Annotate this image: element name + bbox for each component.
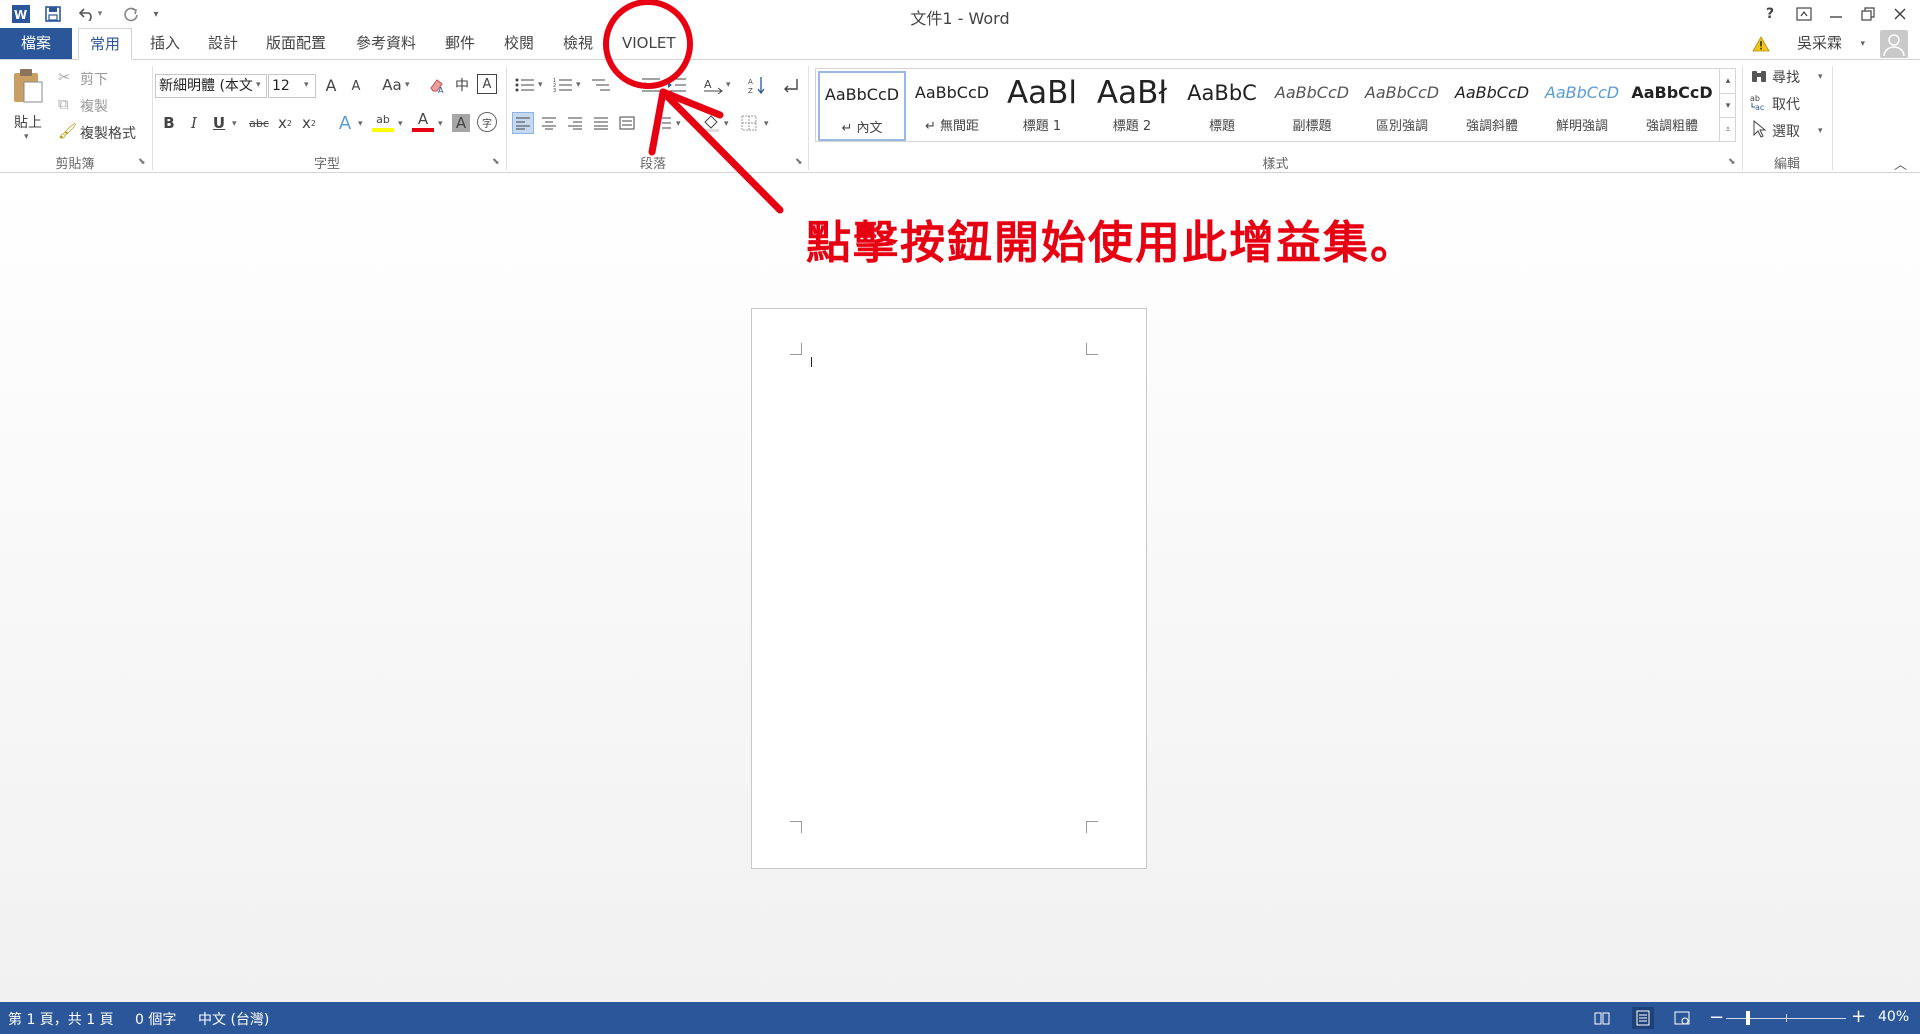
page-count[interactable]: 第 1 頁，共 1 頁 xyxy=(8,1009,114,1029)
annotation-arrow-shaft xyxy=(659,88,784,214)
language[interactable]: 中文 (台灣) xyxy=(198,1009,269,1029)
annotation-overlay xyxy=(603,0,784,214)
word-count[interactable]: 0 個字 xyxy=(135,1009,176,1029)
zoom-center-tick xyxy=(1786,1014,1787,1022)
annotation-text: 點擊按鈕開始使用此增益集。 xyxy=(806,216,1418,269)
zoom-in-icon[interactable]: + xyxy=(1851,1006,1866,1027)
annotation-arrow-head-left xyxy=(648,88,667,156)
annotation-circle xyxy=(603,0,693,89)
zoom-out-icon[interactable]: − xyxy=(1709,1007,1724,1028)
print-layout-icon[interactable] xyxy=(1632,1007,1654,1029)
web-layout-icon[interactable] xyxy=(1674,1010,1690,1030)
zoom-slider-thumb[interactable] xyxy=(1746,1011,1750,1025)
read-mode-icon[interactable] xyxy=(1594,1010,1610,1030)
tab-home[interactable]: 常用 xyxy=(78,28,132,60)
zoom-level[interactable]: 40% xyxy=(1878,1009,1909,1025)
status-bar: 第 1 頁，共 1 頁 0 個字 中文 (台灣) − + 40% xyxy=(0,1002,1920,1034)
